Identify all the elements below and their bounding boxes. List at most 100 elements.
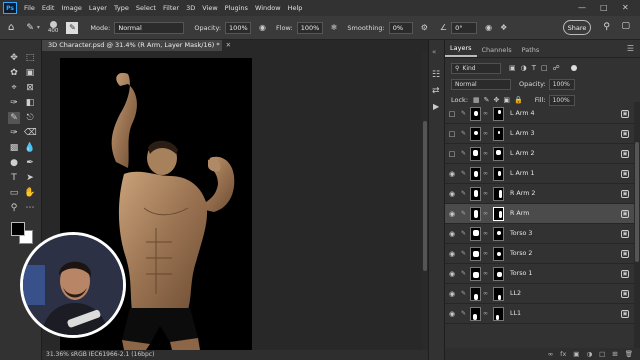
more-tools-icon[interactable]: ⋯ [24, 202, 36, 214]
menu-edit[interactable]: Edit [42, 4, 55, 12]
visibility-toggle[interactable]: □ [445, 130, 459, 138]
maximize-icon[interactable]: □ [600, 3, 608, 12]
menu-plugins[interactable]: Plugins [225, 4, 248, 12]
tab-paths[interactable]: Paths [517, 43, 545, 57]
history-panel-icon[interactable]: ☷ [432, 70, 440, 80]
adjustments-panel-icon[interactable]: ⇄ [432, 86, 440, 96]
panel-menu-icon[interactable]: ☰ [627, 44, 634, 53]
brush-preset-picker[interactable]: 400 [48, 21, 58, 34]
menu-filter[interactable]: Filter [163, 4, 179, 12]
layer-opacity-input[interactable]: 100% [548, 78, 575, 90]
visibility-toggle[interactable]: □ [445, 150, 459, 158]
hand-tool-icon[interactable]: ✋ [24, 187, 36, 199]
visibility-toggle[interactable]: ◉ [445, 190, 459, 198]
layer-row[interactable]: □ ✎ ∞ L Arm 2 ▣ [445, 144, 635, 164]
filter-kind-select[interactable]: ⚲ Kind [451, 62, 501, 74]
layer-row-selected[interactable]: ◉ ✎ ∞ R Arm ▣ [445, 204, 635, 224]
smoothing-input[interactable]: 0% [388, 21, 413, 34]
layer-row[interactable]: ◉ ✎ ∞ Torso 2 ▣ [445, 244, 635, 264]
airbrush-icon[interactable]: ❄ [331, 23, 338, 32]
menu-window[interactable]: Window [255, 4, 281, 12]
collapse-arrows-icon[interactable]: « [432, 48, 436, 56]
menu-file[interactable]: File [24, 4, 35, 12]
menu-layer[interactable]: Layer [89, 4, 107, 12]
zoom-tool-icon[interactable]: ⚲ [8, 202, 20, 214]
menu-image[interactable]: Image [61, 4, 81, 12]
visibility-toggle[interactable]: ◉ [445, 230, 459, 238]
dodge-tool-icon[interactable]: ● [8, 157, 20, 169]
tab-channels[interactable]: Channels [477, 43, 517, 57]
brush-tool-icon[interactable]: ✎ [8, 112, 20, 124]
pressure-opacity-icon[interactable]: ◉ [259, 23, 266, 32]
type-tool-icon[interactable]: T [8, 172, 20, 184]
chevron-down-icon[interactable]: ▾ [37, 24, 40, 31]
pressure-size-icon[interactable]: ◉ [485, 23, 492, 32]
lasso-tool-icon[interactable]: ✿ [8, 67, 20, 79]
workspace-icon[interactable]: ▢ [621, 21, 630, 31]
history-brush-tool-icon[interactable]: ✑ [8, 127, 20, 139]
actions-panel-icon[interactable]: ▶ [433, 102, 439, 111]
layer-row[interactable]: ◉ ✎ ∞ LL2 ▣ [445, 284, 635, 304]
stamp-tool-icon[interactable]: ⎋ [24, 112, 36, 124]
crop-tool-icon[interactable]: ⌖ [8, 82, 20, 94]
menu-3d[interactable]: 3D [186, 4, 195, 12]
filter-type-icons[interactable]: ▣◑T□☍ [509, 64, 565, 72]
filter-toggle-icon[interactable] [570, 65, 577, 71]
move-tool-icon[interactable]: ✥ [8, 52, 20, 64]
layer-row[interactable]: ◉ ✎ ∞ Torso 1 ▣ [445, 264, 635, 284]
new-group-icon[interactable]: □ [599, 350, 605, 358]
path-select-tool-icon[interactable]: ➤ [24, 172, 36, 184]
trash-icon[interactable]: 🗑 [625, 350, 633, 358]
symmetry-icon[interactable]: ❖ [500, 23, 507, 32]
visibility-toggle[interactable]: ◉ [445, 250, 459, 258]
canvas-area[interactable] [20, 51, 428, 350]
add-mask-icon[interactable]: ▣ [573, 350, 579, 358]
menu-select[interactable]: Select [136, 4, 156, 12]
mode-select[interactable]: Normal [114, 21, 185, 34]
layer-row[interactable]: ◉ ✎ ∞ LL1 ▣ [445, 304, 635, 324]
smoothing-options-icon[interactable]: ⚙ [421, 23, 428, 32]
flow-input[interactable]: 100% [296, 21, 323, 34]
layers-scrollbar[interactable] [634, 102, 640, 350]
tab-layers[interactable]: Layers [445, 41, 477, 57]
layer-row[interactable]: □ ✎ ∞ L Arm 3 ▣ [445, 124, 635, 144]
visibility-toggle[interactable]: ◉ [445, 290, 459, 298]
eyedropper-tool-icon[interactable]: ✑ [8, 97, 20, 109]
pen-tool-icon[interactable]: ✒ [24, 157, 36, 169]
minimize-icon[interactable]: — [578, 3, 586, 12]
layers-list[interactable]: □ ✎ ∞ L Arm 4 ▣ □ ✎ ∞ L Arm 3 ▣ □ ✎ ∞ L … [445, 102, 635, 350]
new-layer-icon[interactable]: ⊞ [612, 350, 617, 358]
shape-tool-icon[interactable]: ▭ [8, 187, 20, 199]
visibility-toggle[interactable]: ◉ [445, 210, 459, 218]
visibility-toggle[interactable]: ◉ [445, 310, 459, 318]
home-icon[interactable]: ⌂ [8, 22, 14, 33]
blend-mode-select[interactable]: Normal [451, 78, 511, 90]
brush-settings-icon[interactable]: ✎ [66, 21, 79, 34]
link-layers-icon[interactable]: ∞ [548, 350, 553, 358]
layer-row[interactable]: ◉ ✎ ∞ Torso 3 ▣ [445, 224, 635, 244]
foreground-color-swatch[interactable] [11, 222, 25, 236]
close-tab-icon[interactable]: ✕ [226, 41, 231, 49]
search-icon[interactable]: ⚲ [603, 22, 610, 32]
adjustment-layer-icon[interactable]: ◑ [586, 350, 592, 358]
object-select-tool-icon[interactable]: ▣ [24, 67, 36, 79]
angle-input[interactable]: 0° [451, 21, 478, 34]
layer-row[interactable]: ◉ ✎ ∞ L Arm 1 ▣ [445, 164, 635, 184]
opacity-input[interactable]: 100% [225, 21, 252, 34]
menu-help[interactable]: Help [288, 4, 303, 12]
document-tab[interactable]: 3D Character.psd @ 31.4% (R Arm, Layer M… [42, 40, 231, 51]
healing-tool-icon[interactable]: ◧ [24, 97, 36, 109]
visibility-toggle[interactable]: ◉ [445, 270, 459, 278]
layer-row[interactable]: ◉ ✎ ∞ R Arm 2 ▣ [445, 184, 635, 204]
layers-scrollbar-thumb[interactable] [635, 142, 639, 262]
marquee-tool-icon[interactable]: ⬚ [24, 52, 36, 64]
visibility-toggle[interactable]: ◉ [445, 170, 459, 178]
scrollbar-thumb[interactable] [423, 121, 427, 271]
brush-tool-icon[interactable]: ✎ [26, 23, 34, 33]
close-icon[interactable]: ✕ [622, 3, 629, 12]
menu-view[interactable]: View [202, 4, 217, 12]
share-button[interactable]: Share [563, 20, 591, 35]
eraser-tool-icon[interactable]: ⌫ [24, 127, 37, 139]
blur-tool-icon[interactable]: 💧 [24, 142, 36, 154]
frame-tool-icon[interactable]: ⊠ [24, 82, 36, 94]
